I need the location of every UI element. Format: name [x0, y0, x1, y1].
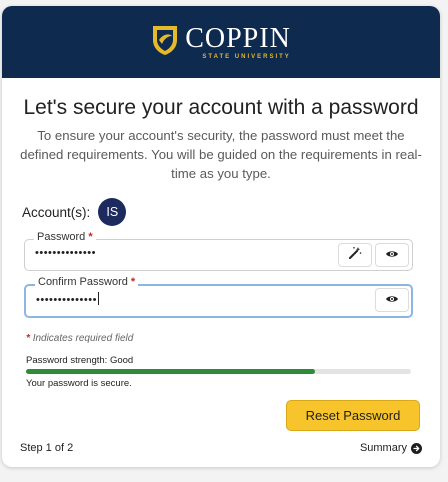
- coppin-logo: COPPIN STATE UNIVERSITY: [151, 24, 291, 61]
- summary-link[interactable]: Summary: [360, 442, 422, 454]
- brand-subtitle: STATE UNIVERSITY: [202, 53, 291, 60]
- generate-password-button[interactable]: [338, 243, 372, 267]
- page-description: To ensure your account's security, the p…: [20, 128, 422, 181]
- reset-password-card: COPPIN STATE UNIVERSITY Let's secure you…: [2, 6, 440, 467]
- eye-icon: [385, 246, 399, 264]
- show-password-button[interactable]: [375, 243, 409, 267]
- arrow-right-circle-icon: [411, 442, 422, 454]
- password-field[interactable]: Password * ••••••••••••••: [24, 231, 413, 271]
- text-caret: [97, 292, 99, 305]
- show-confirm-password-button[interactable]: [375, 288, 409, 312]
- password-secure-message: Your password is secure.: [26, 378, 132, 389]
- step-indicator: Step 1 of 2: [20, 442, 74, 454]
- password-strength-bar: [26, 369, 411, 374]
- avatar[interactable]: IS: [98, 198, 127, 226]
- account-row: Account(s): IS: [22, 198, 127, 226]
- password-input[interactable]: ••••••••••••••: [35, 247, 96, 259]
- required-field-note: * Indicates required field: [26, 333, 134, 344]
- shield-crest-icon: [151, 24, 179, 61]
- brand-name: COPPIN: [185, 22, 291, 54]
- required-asterisk: *: [130, 276, 136, 288]
- reset-password-button[interactable]: Reset Password: [286, 400, 420, 431]
- required-asterisk: *: [88, 231, 93, 243]
- summary-label: Summary: [359, 442, 407, 454]
- password-label: Password *: [34, 231, 96, 243]
- brand-header: COPPIN STATE UNIVERSITY: [2, 6, 440, 78]
- password-strength-label: Password strength: Good: [26, 355, 134, 366]
- account-label: Account(s):: [22, 204, 91, 220]
- eye-icon: [385, 291, 399, 309]
- confirm-password-field[interactable]: Confirm Password * ••••••••••••••: [24, 276, 413, 318]
- confirm-password-label: Confirm Password *: [35, 276, 139, 288]
- page-title: Let's secure your account with a passwor…: [23, 96, 419, 119]
- password-strength-fill: [26, 369, 315, 374]
- confirm-password-input[interactable]: ••••••••••••••: [36, 292, 99, 306]
- magic-wand-icon: [348, 246, 362, 265]
